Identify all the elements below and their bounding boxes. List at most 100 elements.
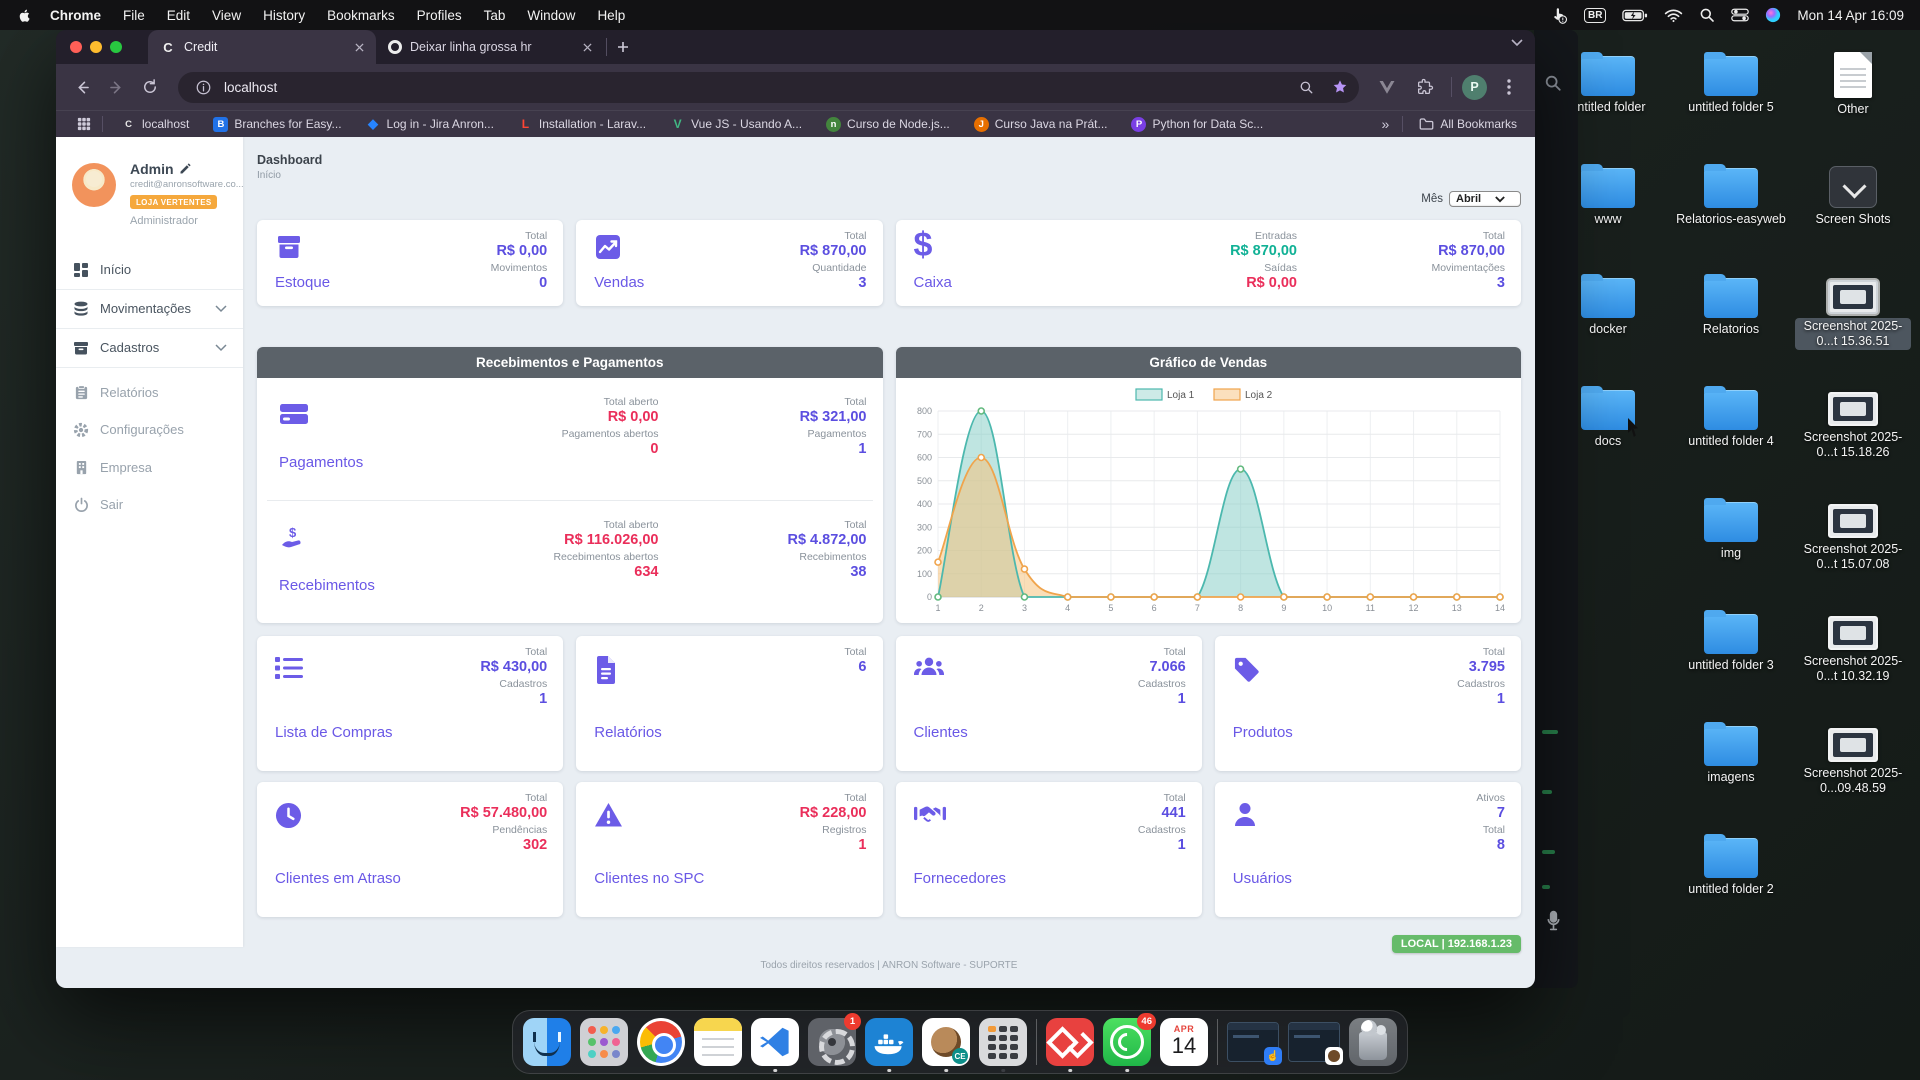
bookmark-node[interactable]: Curso de Node.js... xyxy=(814,117,962,132)
menu-item-profiles[interactable]: Profiles xyxy=(406,8,473,23)
sidebar-item-relatorios[interactable]: Relatórios xyxy=(56,374,243,411)
bookmark-java[interactable]: Curso Java na Prát... xyxy=(962,117,1120,132)
card-title[interactable]: Lista de Compras xyxy=(275,724,393,743)
sidebar-item-movimentacoes[interactable]: Movimentações xyxy=(56,290,243,328)
hand-notification-icon[interactable] xyxy=(1550,6,1568,24)
card-vendas[interactable]: Vendas TotalR$ 870,00 Quantidade3 xyxy=(576,220,882,306)
site-info-icon[interactable] xyxy=(190,74,216,100)
card-title[interactable]: Caixa xyxy=(914,274,952,293)
user-avatar[interactable] xyxy=(72,163,116,207)
card-title[interactable]: Produtos xyxy=(1233,724,1293,743)
minimize-window-button[interactable] xyxy=(90,41,102,53)
tab-credit[interactable]: Credit xyxy=(148,30,376,64)
card-title[interactable]: Recebimentos xyxy=(279,577,375,594)
card-fornecedores[interactable]: Fornecedores Total441 Cadastros1 xyxy=(896,782,1202,917)
battery-icon[interactable] xyxy=(1622,9,1648,22)
card-title[interactable]: Fornecedores xyxy=(914,870,1007,889)
card-title[interactable]: Usuários xyxy=(1233,870,1292,889)
tab-search-chevron-icon[interactable] xyxy=(1511,39,1523,47)
card-caixa[interactable]: $ Caixa EntradasR$ 870,00 SaídasR$ 0,00 … xyxy=(896,220,1522,306)
dock-trash-icon[interactable] xyxy=(1349,1018,1397,1066)
extensions-puzzle-icon[interactable] xyxy=(1409,71,1441,103)
dock-chrome-icon[interactable] xyxy=(637,1018,685,1066)
month-select[interactable]: Abril xyxy=(1449,191,1521,207)
dock-minimized-window-2[interactable] xyxy=(1288,1022,1340,1062)
menu-item-chrome[interactable]: Chrome xyxy=(39,8,112,23)
bookmark-bitbucket[interactable]: Branches for Easy... xyxy=(201,117,353,132)
menu-item-help[interactable]: Help xyxy=(586,8,636,23)
sidebar-item-configuracoes[interactable]: Configurações xyxy=(56,411,243,449)
vue-devtools-icon[interactable] xyxy=(1371,71,1403,103)
card-relatorios[interactable]: Relatórios Total6 xyxy=(576,636,882,771)
desktop-icon-relatorios-easyweb[interactable]: Relatorios-easyweb xyxy=(1673,162,1789,227)
menu-item-edit[interactable]: Edit xyxy=(156,8,201,23)
profile-avatar[interactable]: P xyxy=(1462,75,1487,100)
zoom-window-button[interactable] xyxy=(110,41,122,53)
wifi-icon[interactable] xyxy=(1664,8,1683,23)
card-title[interactable]: Vendas xyxy=(594,274,644,293)
find-in-page-icon[interactable] xyxy=(1293,74,1319,100)
recebimentos-row[interactable]: $ Recebimentos Total abertoR$ 116.026,00… xyxy=(257,501,883,623)
card-title[interactable]: Clientes no SPC xyxy=(594,870,704,889)
desktop-icon-screenshot-3[interactable]: Screenshot 2025-0...t 15.07.08 xyxy=(1795,496,1911,572)
dock-calendar-icon[interactable]: APR 14 xyxy=(1160,1018,1208,1066)
close-window-button[interactable] xyxy=(70,41,82,53)
card-title[interactable]: Relatórios xyxy=(594,724,662,743)
card-clientes-no-spc[interactable]: Clientes no SPC TotalR$ 228,00 Registros… xyxy=(576,782,882,917)
reload-button[interactable] xyxy=(134,71,166,103)
desktop-icon-imagens[interactable]: imagens xyxy=(1673,720,1789,785)
edit-pencil-icon[interactable] xyxy=(179,163,191,175)
bookmark-laravel[interactable]: Installation - Larav... xyxy=(506,117,658,132)
tab-deixar-linha[interactable]: Deixar linha grossa hr xyxy=(376,30,604,64)
bookmark-python[interactable]: Python for Data Sc... xyxy=(1119,117,1275,132)
desktop-icon-relatorios[interactable]: Relatorios xyxy=(1673,272,1789,337)
card-title[interactable]: Estoque xyxy=(275,274,330,293)
sidebar-item-empresa[interactable]: Empresa xyxy=(56,449,243,486)
card-title[interactable]: Pagamentos xyxy=(279,454,363,471)
bookmarks-overflow-icon[interactable]: » xyxy=(1382,116,1389,132)
dock-calculator-icon[interactable] xyxy=(979,1018,1027,1066)
desktop-icon-untitled-folder-3[interactable]: untitled folder 3 xyxy=(1673,608,1789,673)
bookmark-star-icon[interactable] xyxy=(1327,74,1353,100)
menu-item-history[interactable]: History xyxy=(252,8,316,23)
dock-dbeaver-icon[interactable]: CE xyxy=(922,1018,970,1066)
address-bar[interactable]: localhost xyxy=(178,72,1359,103)
close-tab-icon[interactable] xyxy=(583,43,592,52)
menu-item-file[interactable]: File xyxy=(112,8,156,23)
desktop-icon-screenshot-5[interactable]: Screenshot 2025-0...09.48.59 xyxy=(1795,720,1911,796)
dock-settings-icon[interactable]: 1 xyxy=(808,1018,856,1066)
menu-bar-clock[interactable]: Mon 14 Apr 16:09 xyxy=(1797,8,1904,23)
dock-minimized-window-1[interactable]: ☝ xyxy=(1227,1022,1279,1062)
desktop-icon-screenshot-4[interactable]: Screenshot 2025-0...t 10.32.19 xyxy=(1795,608,1911,684)
new-tab-button[interactable] xyxy=(609,33,637,61)
menu-item-bookmarks[interactable]: Bookmarks xyxy=(316,8,406,23)
card-title[interactable]: Clientes em Atraso xyxy=(275,870,401,889)
card-lista-de-compras[interactable]: Lista de Compras TotalR$ 430,00 Cadastro… xyxy=(257,636,563,771)
apps-grid-icon[interactable] xyxy=(72,112,96,136)
dock-launchpad-icon[interactable] xyxy=(580,1018,628,1066)
control-center-icon[interactable] xyxy=(1731,8,1749,22)
dock-finder-icon[interactable] xyxy=(523,1018,571,1066)
apple-logo-icon[interactable] xyxy=(16,7,33,24)
sidebar-item-cadastros[interactable]: Cadastros xyxy=(56,329,243,367)
desktop-icon-untitled-folder-4[interactable]: untitled folder 4 xyxy=(1673,384,1789,449)
desktop-icon-screen-shots[interactable]: Screen Shots xyxy=(1795,162,1911,227)
background-window-edge[interactable] xyxy=(1534,30,1578,988)
dock-anydesk-icon[interactable] xyxy=(1046,1018,1094,1066)
desktop-icon-screenshot-2[interactable]: Screenshot 2025-0...t 15.18.26 xyxy=(1795,384,1911,460)
dock-docker-icon[interactable] xyxy=(865,1018,913,1066)
dock-whatsapp-icon[interactable]: 46 xyxy=(1103,1018,1151,1066)
card-produtos[interactable]: Produtos Total3.795 Cadastros1 xyxy=(1215,636,1521,771)
desktop-icon-other[interactable]: Other xyxy=(1795,50,1911,117)
dock-vscode-icon[interactable] xyxy=(751,1018,799,1066)
forward-button[interactable] xyxy=(100,71,132,103)
card-usuarios[interactable]: Usuários Ativos7 Total8 xyxy=(1215,782,1521,917)
menu-item-window[interactable]: Window xyxy=(516,8,586,23)
all-bookmarks-button[interactable]: All Bookmarks xyxy=(1417,117,1519,131)
back-button[interactable] xyxy=(66,71,98,103)
bookmark-vue[interactable]: Vue JS - Usando A... xyxy=(658,117,814,132)
dock-notes-icon[interactable] xyxy=(694,1018,742,1066)
menu-item-view[interactable]: View xyxy=(201,8,252,23)
kebab-menu-icon[interactable] xyxy=(1493,71,1525,103)
bookmark-localhost[interactable]: localhost xyxy=(109,117,201,132)
